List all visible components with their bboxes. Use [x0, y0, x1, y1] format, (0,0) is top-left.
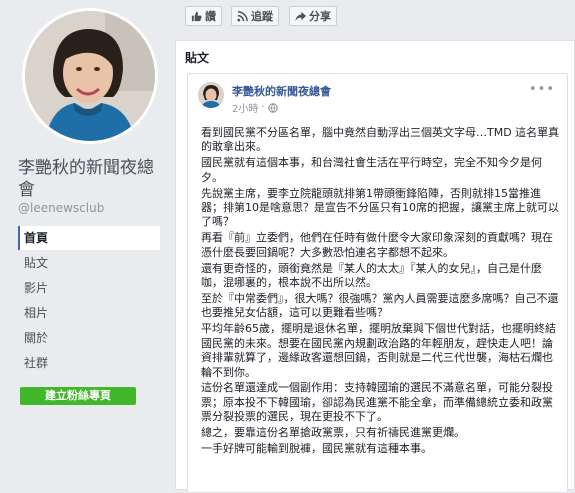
nav-item-photos[interactable]: 相片 [18, 301, 160, 325]
page-action-bar: 讚 追蹤 分享 [175, 0, 575, 32]
post-paragraph: 還有更奇怪的，頭銜竟然是『某人的太太』『某人的女兒』，自己是什麼咖，混哪裏的，根… [201, 261, 542, 290]
page-title[interactable]: 李艷秋的新聞夜總會 [18, 157, 168, 201]
create-page-button[interactable]: 建立粉絲專頁 [20, 387, 136, 405]
meta-separator: · [261, 102, 265, 113]
nav-item-home[interactable]: 首頁 [18, 226, 160, 250]
share-button[interactable]: 分享 [289, 6, 337, 26]
like-label: 讚 [205, 10, 216, 23]
follow-label: 追蹤 [251, 10, 273, 23]
post-meta: 2小時 · [232, 100, 278, 115]
profile-picture[interactable] [22, 8, 158, 144]
post-card: 李艷秋的新聞夜總會 2小時 · ••• 看到國民黨不分區名單，腦中竟然自動浮出三… [187, 73, 568, 493]
post-author-name[interactable]: 李艷秋的新聞夜總會 [232, 83, 331, 99]
author-avatar-art [198, 82, 224, 108]
follow-button[interactable]: 追蹤 [231, 6, 279, 26]
nav-item-about[interactable]: 關於 [18, 326, 160, 350]
globe-icon [267, 102, 278, 113]
post-paragraph: 看到國民黨不分區名單，腦中竟然自動浮出三個英文字母…TMD 這名單真的敢拿出來。 [201, 126, 560, 154]
posts-panel: 貼文 李艷秋的新聞夜總會 2小時 · ••• 看到國民黨不分區名單，腦中竟然自動… [175, 40, 575, 493]
nav-item-posts[interactable]: 貼文 [18, 251, 160, 275]
nav-item-videos[interactable]: 影片 [18, 276, 160, 300]
post-paragraph: 至於『中常委們』，很大嗎？很強嗎？黨內人員需要這麼多席嗎？自己不還也要推兒女佔額… [201, 291, 559, 320]
thumbs-up-icon [191, 11, 202, 21]
post-timestamp[interactable]: 2小時 [232, 100, 258, 115]
page-nav: 首頁 貼文 影片 相片 關於 社群 [18, 226, 160, 376]
post-text: 看到國民黨不分區名單，腦中竟然自動浮出三個英文字母…TMD 這名單真的敢拿出來。… [201, 126, 561, 458]
post-paragraph: 國民黨就有這個本事，和台灣社會生活在平行時空，完全不知今夕是何夕。 [201, 156, 542, 184]
rss-icon [237, 10, 248, 22]
post-paragraph: 一手好牌可能輸到脫褲，國民黨就有這種本事。 [201, 442, 432, 456]
share-arrow-icon [295, 11, 306, 21]
more-options-icon[interactable]: ••• [529, 82, 555, 97]
post-paragraph: 再看『前』立委們，他們在任時有做什麼令大家印象深刻的貢獻嗎？現在憑什麼長要回鍋呢… [201, 231, 553, 259]
posts-section-title: 貼文 [185, 51, 210, 65]
share-label: 分享 [309, 10, 331, 23]
profile-photo-art [25, 11, 155, 141]
post-paragraph: 先說黨主席，要李立院龍頭就排第1帶頭衝鋒陷陣，否則就排15當推進器；排第10是啥… [201, 186, 559, 229]
left-column: 李艷秋的新聞夜總會 @leenewsclub 首頁 貼文 影片 相片 關於 社群… [0, 0, 170, 490]
post-paragraph: 這份名單還達成一個副作用：支持韓國瑜的選民不滿意名單，可能分裂投票；原本投不下韓… [201, 381, 553, 424]
page-handle[interactable]: @leenewsclub [18, 201, 104, 215]
post-paragraph: 平均年齡65歲，擺明是退休名單，擺明放棄與下個世代對話，也擺明終結國民黨的未來。… [201, 322, 556, 379]
post-paragraph: 總之，要靠這份名單搶政黨票，只有祈禱民進黨更爛。 [201, 426, 465, 440]
nav-item-community[interactable]: 社群 [18, 351, 160, 375]
like-button[interactable]: 讚 [185, 6, 222, 26]
post-author-avatar[interactable] [198, 82, 224, 108]
